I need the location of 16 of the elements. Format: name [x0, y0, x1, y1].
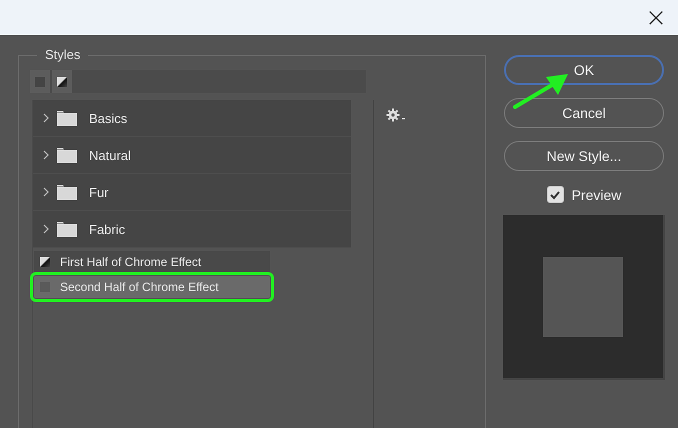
group-label: Styles: [37, 47, 88, 62]
style-item[interactable]: First Half of Chrome Effect: [34, 251, 270, 273]
preview-label: Preview: [572, 186, 622, 202]
dialog-button[interactable]: OK: [504, 55, 664, 85]
folder-row[interactable]: Fur: [33, 174, 351, 211]
dialog-button[interactable]: Cancel: [504, 98, 664, 128]
folder-row[interactable]: Basics: [33, 100, 351, 137]
close-button[interactable]: ×: [634, 0, 678, 35]
style-item[interactable]: Second Half of Chrome Effect: [34, 276, 270, 298]
folder-row[interactable]: Fabric: [33, 211, 351, 248]
folder-name: Natural: [89, 148, 131, 162]
folder-name: Fur: [89, 184, 108, 200]
folder-name: Fabric: [89, 222, 126, 236]
folder-name: Basics: [89, 110, 128, 126]
folder-row[interactable]: Natural: [33, 137, 351, 174]
dialog-button[interactable]: New Style...: [504, 141, 664, 171]
